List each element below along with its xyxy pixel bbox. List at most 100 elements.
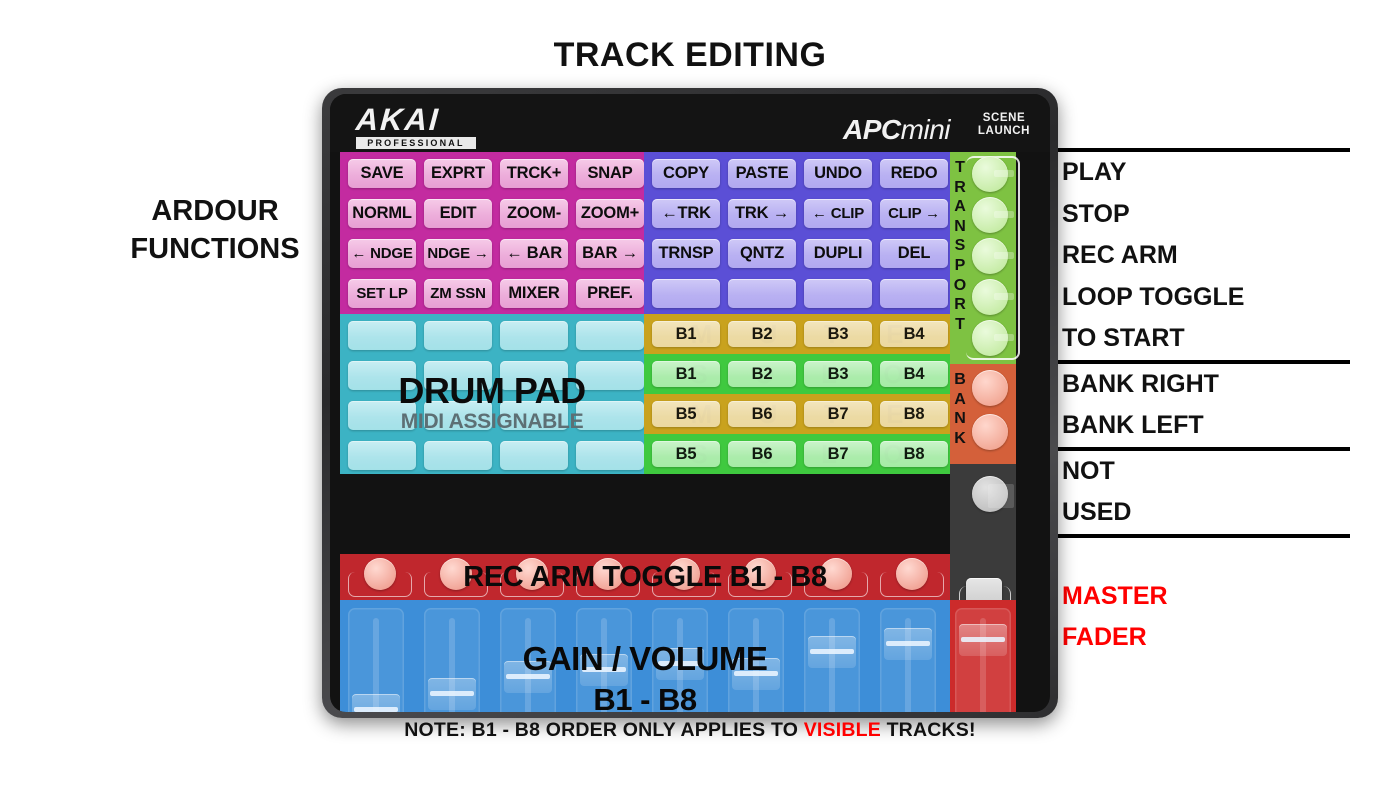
drum-pad-cell[interactable] — [348, 441, 416, 470]
solo-pad-b2[interactable]: B2 — [728, 361, 796, 387]
pad-ndge[interactable]: ← NDGE — [348, 239, 416, 268]
legend-master-master: MASTER — [1062, 582, 1168, 610]
ardour-functions-label: ARDOUR FUNCTIONS — [90, 192, 340, 269]
drum-pad-cell[interactable] — [500, 441, 568, 470]
poster-root: TRACK EDITING ARDOUR FUNCTIONS PLAY STOP R… — [0, 0, 1380, 804]
mute-pad-b4[interactable]: B4 — [880, 321, 948, 347]
pad-undo[interactable]: UNDO — [804, 159, 872, 188]
transport-letter: R — [954, 296, 966, 314]
master-fader-slot[interactable] — [955, 608, 1011, 712]
unused-scene-launch-column — [950, 464, 1016, 574]
ardour-function-grid: SAVE EXPRT TRCK+ SNAP NORML EDIT ZOOM- ZOOM+ ← N… — [340, 152, 644, 314]
solo-pad-b4[interactable]: B4 — [880, 361, 948, 387]
drum-pad-cell[interactable] — [348, 321, 416, 350]
bank-letter: B — [954, 371, 966, 388]
pad-trck[interactable]: TRCK+ — [500, 159, 568, 188]
master-fader-knob[interactable] — [959, 624, 1007, 656]
pad-save[interactable]: SAVE — [348, 159, 416, 188]
solo-pad-b3[interactable]: B3 — [804, 361, 872, 387]
gain-volume-title: GAIN / VOLUME — [522, 640, 768, 677]
pad-exprt[interactable]: EXPRT — [424, 159, 492, 188]
unused-indicator — [988, 484, 1014, 508]
pad-qntz[interactable]: QNTZ — [728, 239, 796, 268]
legend-item-rec-arm: REC ARM — [1062, 241, 1178, 269]
pad-blank[interactable] — [728, 279, 796, 308]
apc-text: APC — [843, 114, 901, 145]
drum-pad-cell[interactable] — [576, 441, 644, 470]
transport-scene-launch-column: TRANSPORT — [950, 152, 1020, 364]
pad-trk[interactable]: TRK → — [728, 199, 796, 228]
pad-trnsp[interactable]: TRNSP — [652, 239, 720, 268]
legend-item-loop-toggle: LOOP TOGGLE — [1062, 282, 1245, 311]
pad-edit[interactable]: EDIT — [424, 199, 492, 228]
legend-item-used: USED — [1062, 498, 1132, 526]
scene-launch-button-bank-left[interactable] — [972, 414, 1008, 450]
solo-pad-b6[interactable]: B6 — [728, 441, 796, 467]
solo-pad-b1[interactable]: B1 — [652, 361, 720, 387]
scene-launch-button-bank-right[interactable] — [972, 370, 1008, 406]
solo-row: SOLOB1B2B3B4 — [644, 354, 950, 394]
pad-mixer[interactable]: MIXER — [500, 279, 568, 308]
scene-launch-line-1: SCENE — [982, 112, 1026, 124]
pad-norml[interactable]: NORML — [348, 199, 416, 228]
pad-blank[interactable] — [804, 279, 872, 308]
akai-wordmark: AKAI — [354, 102, 442, 137]
transport-letter: R — [954, 178, 966, 196]
gain-volume-subtitle: B1 - B8 — [593, 682, 697, 712]
bank-scene-launch-column: BANK — [950, 364, 1016, 464]
pad-bar[interactable]: BAR → — [576, 239, 644, 268]
drum-pad-title: DRUM PAD — [398, 370, 586, 411]
mute-pad-b1[interactable]: B1 — [652, 321, 720, 347]
mute-pad-b5[interactable]: B5 — [652, 401, 720, 427]
transport-letter: A — [954, 198, 966, 216]
drum-pad-grid: DRUM PAD MIDI ASSIGNABLE — [340, 314, 644, 474]
pad-zm-ssn[interactable]: ZM SSN — [424, 279, 492, 308]
transport-letter: P — [954, 256, 966, 274]
note-text-before: NOTE: B1 - B8 ORDER ONLY APPLIES TO — [404, 719, 804, 741]
pad-clip[interactable]: ← CLIP — [804, 199, 872, 228]
pad-dupli[interactable]: DUPLI — [804, 239, 872, 268]
solo-pad-b8[interactable]: B8 — [880, 441, 948, 467]
mini-text: mini — [900, 114, 951, 145]
pad-clip[interactable]: CLIP → — [880, 199, 948, 228]
bank-letter: A — [954, 390, 966, 408]
pad-paste[interactable]: PASTE — [728, 159, 796, 188]
solo-pad-b5[interactable]: B5 — [652, 441, 720, 467]
pad-snap[interactable]: SNAP — [576, 159, 644, 188]
pad-pref[interactable]: PREF. — [576, 279, 644, 308]
pad-redo[interactable]: REDO — [880, 159, 948, 188]
drum-pad-cell[interactable] — [424, 321, 492, 350]
bank-vertical-label: BANK — [952, 370, 968, 448]
legend-group: NOT USED — [1050, 446, 1350, 538]
mute-pad-b6[interactable]: B6 — [728, 401, 796, 427]
pad-del[interactable]: DEL — [880, 239, 948, 268]
pad-ndge[interactable]: NDGE → — [424, 239, 492, 268]
page-title: TRACK EDITING — [553, 36, 827, 74]
ardour-line-1: ARDOUR — [151, 195, 279, 227]
mute-pad-b7[interactable]: B7 — [804, 401, 872, 427]
pad-set-lp[interactable]: SET LP — [348, 279, 416, 308]
pad-bar[interactable]: ← BAR — [500, 239, 568, 268]
scene-launch-line-2: LAUNCH — [977, 124, 1031, 137]
drum-pad-cell[interactable] — [424, 441, 492, 470]
drum-pad-subtitle: MIDI ASSIGNABLE — [400, 410, 584, 433]
mute-pad-b2[interactable]: B2 — [728, 321, 796, 347]
transport-vertical-label: TRANSPORT — [952, 158, 968, 334]
drum-pad-cell[interactable] — [500, 321, 568, 350]
pad-copy[interactable]: COPY — [652, 159, 720, 188]
legend-item-bank-right: BANK RIGHT — [1062, 369, 1219, 398]
solo-pad-b7[interactable]: B7 — [804, 441, 872, 467]
pad-trk[interactable]: ←TRK — [652, 199, 720, 228]
scene-launch-indicator — [994, 334, 1014, 341]
bank-letter: K — [954, 429, 966, 447]
transport-letter: N — [954, 217, 966, 235]
transport-letter: O — [953, 276, 967, 294]
pad-zoom[interactable]: ZOOM- — [500, 199, 568, 228]
mute-pad-b3[interactable]: B3 — [804, 321, 872, 347]
drum-pad-cell[interactable] — [576, 321, 644, 350]
apc-mini-device: AKAI PROFESSIONAL APCmini SCENE LAUNCH S… — [322, 88, 1058, 718]
pad-zoom[interactable]: ZOOM+ — [576, 199, 644, 228]
mute-pad-b8[interactable]: B8 — [880, 401, 948, 427]
pad-blank[interactable] — [880, 279, 948, 308]
pad-blank[interactable] — [652, 279, 720, 308]
